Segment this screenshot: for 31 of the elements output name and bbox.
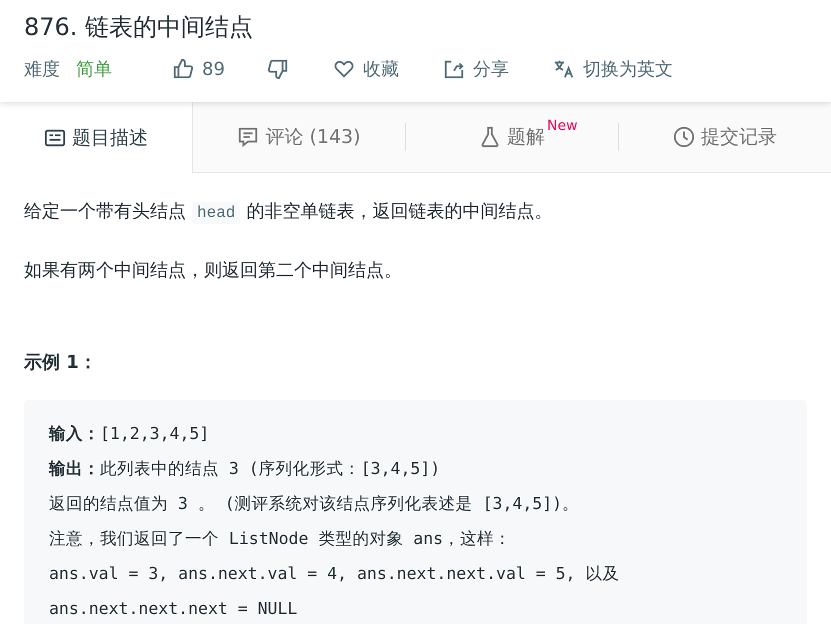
code-line: ans.val = 3, ans.next.val = 4, ans.next.next.val = 5, 以及	[49, 563, 620, 585]
code-line: ans.next.next.next = NULL	[49, 598, 298, 620]
like-button[interactable]: 89	[172, 58, 225, 80]
flask-icon	[479, 126, 501, 148]
tab[interactable]: 题解$^{New}$	[406, 102, 618, 172]
code-line: 输出：此列表中的结点 3 (序列化形式：[3,4,5])	[49, 458, 442, 480]
code-line: 返回的结点值为 3 。 (测评系统对该结点序列化表述是 [3,4,5])。	[49, 493, 580, 515]
new-label: New	[547, 118, 578, 134]
translate-icon	[552, 58, 575, 80]
tab[interactable]: 评论 (143)	[193, 102, 405, 172]
thumbs-up-icon	[172, 58, 194, 80]
code-line: 输入：[1,2,3,4,5]	[49, 423, 210, 445]
code-line: 注意，我们返回了一个 ListNode 类型的对象 ans，这样：	[49, 528, 512, 550]
difficulty-value: 简单	[76, 58, 112, 81]
description-paragraph: 给定一个带有头结点 head 的非空单链表，返回链表的中间结点。	[24, 200, 554, 226]
thumbs-down-icon	[266, 58, 289, 80]
comment-icon	[237, 126, 260, 148]
heart-icon	[332, 58, 355, 80]
share-icon	[442, 58, 465, 80]
example-heading: 示例 1：	[24, 351, 98, 374]
tab[interactable]: 提交记录	[619, 102, 831, 172]
problem-title: 876. 链表的中间结点	[24, 12, 254, 43]
inline-code: head	[192, 202, 240, 224]
tab[interactable]: 题目描述	[0, 102, 193, 173]
share-button[interactable]: 分享	[442, 57, 509, 81]
description-paragraph: 如果有两个中间结点，则返回第二个中间结点。	[24, 259, 403, 283]
translate-button[interactable]: 切换为英文	[552, 57, 673, 81]
favorite-button[interactable]: 收藏	[332, 57, 399, 81]
dislike-button[interactable]	[266, 58, 289, 80]
clock-icon	[673, 126, 695, 148]
difficulty-label: 难度	[24, 58, 60, 81]
